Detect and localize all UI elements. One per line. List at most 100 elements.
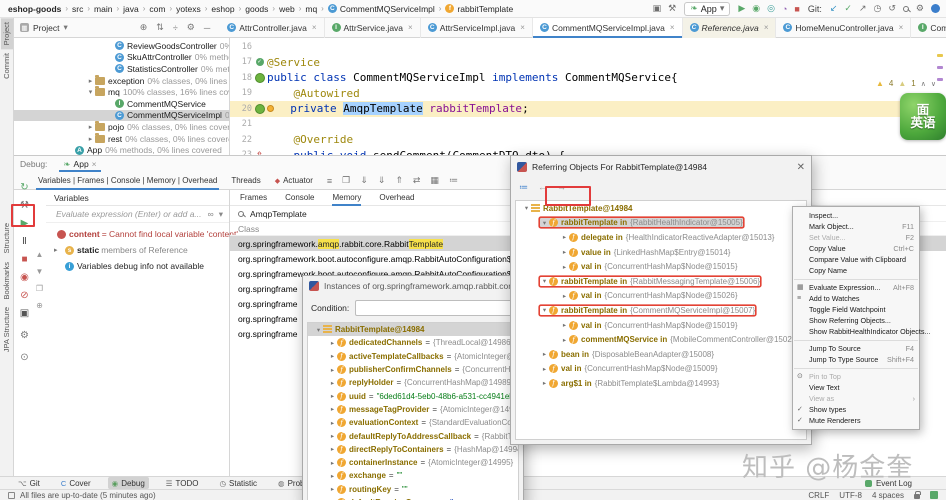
intention-bulb-icon[interactable] <box>267 105 274 113</box>
tool-window-button[interactable]: ◷ Statistic <box>215 477 261 489</box>
instance-field-row[interactable]: ▸ f defaultReplyToAddressCallback = {Rab… <box>308 429 518 442</box>
tree-expander-icon[interactable]: ▸ <box>328 432 337 440</box>
tool-window-button[interactable]: C Cover <box>57 477 95 489</box>
tree-expander-icon[interactable]: ▾ <box>540 219 549 227</box>
referrer-row[interactable]: ▸ f value in {LinkedHashMap$Entry@15014} <box>516 245 806 260</box>
context-menu-item[interactable]: Copy Value Ctrl+C <box>793 243 919 254</box>
instance-field-row[interactable]: ▸ f evaluationContext = {StandardEvaluat… <box>308 416 518 429</box>
locate-file-icon[interactable]: ⊕ <box>140 22 148 33</box>
referrer-row[interactable]: ▸ f val in {ConcurrentHashMap$Node@15015… <box>516 259 806 274</box>
tree-expander-icon[interactable]: ▸ <box>328 405 337 413</box>
context-menu-item[interactable] <box>794 339 918 341</box>
referrer-row[interactable]: ▸ f val in {ConcurrentHashMap$Node@15009… <box>516 362 806 377</box>
breadcrumb-item[interactable]: › com <box>139 4 166 14</box>
referrer-row[interactable]: ▸ f val in {ConcurrentHashMap$Node@15026… <box>516 289 806 304</box>
code-line[interactable]: 16 <box>230 39 946 55</box>
git-update-icon[interactable]: ↙ <box>830 3 838 14</box>
view-breakpoints-icon[interactable]: ◉ <box>17 268 33 286</box>
referring-dialog-title[interactable]: Referring Objects For RabbitTemplate@149… <box>511 156 811 178</box>
git-commit-icon[interactable]: ✓ <box>844 3 852 14</box>
instance-field-row[interactable]: ▸ f replyHolder = {ConcurrentHashMap@149… <box>308 376 518 389</box>
code-line[interactable]: 21 <box>230 117 946 133</box>
profiler-button[interactable]: ◔ <box>782 4 787 14</box>
variable-row[interactable]: content = Cannot find local variable 'co… <box>46 226 238 242</box>
project-tree-row[interactable]: ▸ exception 0% classes, 0% lines cov <box>14 74 229 87</box>
gutter-icon[interactable] <box>252 58 267 66</box>
referrer-row[interactable]: ▾ f rabbitTemplate in {RabbitMessagingTe… <box>516 274 806 289</box>
context-menu-item[interactable]: Toggle Field Watchpoint <box>793 304 919 315</box>
context-menu-item[interactable]: Compare Value with Clipboard <box>793 254 919 265</box>
threads-tab[interactable]: Threads <box>231 176 260 185</box>
debug-layout-toolbar-icon[interactable]: ⇄ <box>413 175 421 186</box>
line-number[interactable]: 22 <box>230 135 252 145</box>
tree-expander-icon[interactable]: ▸ <box>560 336 569 344</box>
line-number[interactable]: 18 <box>230 73 252 83</box>
debug-layout-toolbar-icon[interactable]: ❐ <box>342 175 350 186</box>
debug-button[interactable]: ◉ <box>752 3 760 14</box>
chevron-down-icon[interactable]: ▾ <box>219 209 223 220</box>
tool-stripe-button[interactable]: Commit <box>1 49 13 83</box>
breadcrumb-item[interactable]: › eshop <box>201 4 235 14</box>
tool-stripe-button[interactable]: Bookmarks <box>1 258 13 304</box>
memory-search-input[interactable] <box>250 208 450 219</box>
editor-tab[interactable]: C HomeMenuController.java × <box>776 17 912 38</box>
context-menu-item[interactable]: ⊙ Pin to Top <box>793 371 919 382</box>
close-session-icon[interactable]: × <box>92 159 97 169</box>
breadcrumb-item[interactable]: eshop-goods <box>8 4 61 14</box>
memory-tab[interactable]: Memory <box>332 190 361 206</box>
line-number[interactable]: 16 <box>230 42 252 52</box>
tree-expander-icon[interactable]: ▸ <box>560 321 569 329</box>
overhead-tab[interactable]: Overhead <box>379 190 414 206</box>
encoding-indicator[interactable]: UTF-8 <box>839 491 862 500</box>
watch-infinity-icon[interactable]: ∞ <box>208 209 214 220</box>
editor-tab[interactable]: I AttrService.java × <box>325 17 421 38</box>
copy-stack-icon[interactable]: ❐ <box>36 280 43 297</box>
editor-tab[interactable]: C AttrServiceImpl.java × <box>421 17 533 38</box>
frames-tab[interactable]: Frames <box>240 190 267 206</box>
project-tree-row[interactable]: C CommentMQServiceImpl 0% r <box>14 109 229 122</box>
referrer-row[interactable]: ▸ f commentMQService in {MobileCommentCo… <box>516 332 806 347</box>
breadcrumb-item[interactable]: › f rabbitTemplate <box>435 4 513 14</box>
tree-expander-icon[interactable]: ▾ <box>314 326 323 334</box>
tree-expander-icon[interactable]: ▸ <box>54 246 62 254</box>
next-issue-icon[interactable]: ∨ <box>931 80 936 88</box>
evaluate-expression-field[interactable]: Evaluate expression (Enter) or add a... … <box>46 206 229 223</box>
tree-expander-icon[interactable]: ▸ <box>328 459 337 467</box>
inspection-widget[interactable]: ▲ 4 ▲ 1 ∧ ∨ <box>876 79 936 88</box>
step-down-icon[interactable]: ▼ <box>36 263 44 280</box>
pin-tab-icon[interactable]: ⊙ <box>17 348 33 366</box>
referrer-row[interactable]: ▸ f bean in {DisposableBeanAdapter@15008… <box>516 347 806 362</box>
tree-expander-icon[interactable]: ▸ <box>540 365 549 373</box>
code-line[interactable]: 20 private AmqpTemplate rabbitTemplate; <box>230 101 946 117</box>
context-menu-item[interactable]: ✓ Mute Renderers <box>793 415 919 426</box>
breadcrumb-item[interactable]: › java <box>112 4 138 14</box>
profile-avatar[interactable] <box>931 4 940 13</box>
collapse-all-icon[interactable]: ÷ <box>173 23 178 33</box>
tree-expander-icon[interactable]: ▸ <box>86 77 95 85</box>
tree-expander-icon[interactable]: ▸ <box>328 419 337 427</box>
code-line[interactable]: 22 @Override <box>230 132 946 148</box>
filter-icon[interactable]: ≔ <box>519 182 528 193</box>
line-ending-indicator[interactable]: CRLF <box>808 491 829 500</box>
tree-expander-icon[interactable]: ▸ <box>328 339 337 347</box>
settings-icon[interactable]: ⚙ <box>916 3 924 14</box>
tool-windows-icon[interactable]: ▣ <box>653 3 662 14</box>
expand-collapse-icon[interactable]: ⇅ <box>156 22 164 33</box>
debug-layout-toolbar-icon[interactable]: ▦ <box>430 175 439 186</box>
debug-session-tab[interactable]: ❧ App × <box>57 156 102 172</box>
context-menu-item[interactable]: Show RabbitHealthIndicator Objects... <box>793 326 930 337</box>
debug-layout-toolbar-icon[interactable]: ≡ <box>327 176 332 186</box>
gutter-icon[interactable] <box>252 104 267 114</box>
tree-expander-icon[interactable]: ▸ <box>560 292 569 300</box>
project-tree-row[interactable]: C SkuAttrController 0% methods, <box>14 52 229 64</box>
code-line[interactable]: 17 @Service <box>230 55 946 71</box>
debug-settings-icon[interactable]: ⚙ <box>17 326 33 344</box>
rollback-icon[interactable]: ↺ <box>888 3 896 14</box>
context-menu-item[interactable]: View as › <box>793 393 919 404</box>
close-tab-icon[interactable]: × <box>408 23 413 32</box>
build-hammer-icon[interactable]: ⚒ <box>668 3 676 14</box>
actuator-tab[interactable]: ◆ Actuator <box>275 176 313 185</box>
debug-layout-toolbar-icon[interactable]: ⇓ <box>360 175 368 186</box>
code-line[interactable]: 19 @Autowired <box>230 86 946 102</box>
context-menu-item[interactable]: Copy Name <box>793 265 919 276</box>
